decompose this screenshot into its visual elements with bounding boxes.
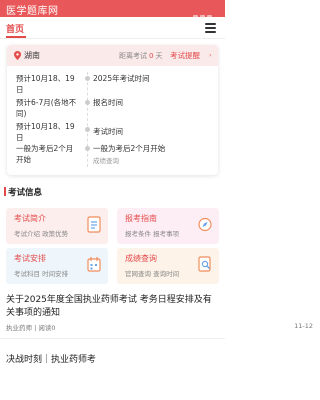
compass-icon — [198, 217, 212, 232]
tile-exam-intro[interactable]: 考试简介 考试介绍 政策优势 — [6, 208, 108, 244]
news-item-meta: 执业药师 | 阅读0 — [6, 324, 56, 332]
timeline-dot — [85, 127, 90, 132]
tile-score-query[interactable]: 成绩查询 官网查询 查询时间 — [117, 248, 219, 284]
tile-title: 报考指南 — [125, 214, 157, 223]
tile-desc: 考试科目 时间安排 — [14, 270, 69, 278]
divider — [0, 338, 225, 339]
document-icon — [87, 216, 101, 233]
timeline-date: 预计6-7月(各地不同) — [16, 98, 77, 118]
section-accent-bar — [4, 187, 6, 196]
news-item-title[interactable]: 关于2025年度全国执业药师考试 考务日程安排及有关事项的通知 — [6, 294, 219, 320]
exam-remind-button[interactable]: 考试提醒 — [170, 50, 200, 61]
timeline-event: 2025年考试时间 — [93, 74, 150, 83]
section-title-exam-info: 考试信息 — [8, 188, 43, 198]
search-doc-icon — [198, 256, 211, 272]
timeline-line — [87, 72, 88, 167]
nav-bar: 首页 — [0, 17, 225, 39]
hamburger-menu-icon[interactable] — [205, 23, 216, 33]
tab-home[interactable]: 首页 — [6, 22, 24, 35]
calendar-icon — [87, 257, 101, 272]
tab-home-indicator — [6, 36, 26, 38]
timeline-dot — [85, 146, 90, 151]
news-item-date: 11-12 — [294, 322, 313, 330]
region-selector[interactable]: 湖南 — [24, 50, 40, 61]
timeline-date: 预计10月18、19日 — [16, 122, 75, 142]
tile-desc: 官网查询 查询时间 — [125, 270, 180, 278]
timeline-dot — [85, 76, 90, 81]
app-title: 医学题库网 — [6, 6, 59, 17]
tile-title: 考试简介 — [14, 214, 46, 223]
timeline-event: 一般为考后2个月开始 — [93, 144, 166, 153]
timeline-date: 预计10月18、19日 — [16, 74, 75, 94]
news-item-title[interactable]: 决战时刻｜执业药师考 — [6, 352, 126, 365]
status-indicator-icon — [191, 5, 219, 20]
timeline-date: 一般为考后2个月开始 — [16, 144, 74, 164]
timeline-event-sub: 成绩查询 — [93, 157, 119, 165]
exam-countdown: 距离考试 0 天 — [119, 52, 163, 60]
tile-title: 考试安排 — [14, 254, 46, 263]
location-pin-icon — [14, 51, 21, 60]
exam-card-header: 湖南 距离考试 0 天 考试提醒 › — [7, 45, 218, 66]
tile-title: 成绩查询 — [125, 254, 157, 263]
timeline-event: 考试时间 — [93, 127, 123, 136]
timeline-dot — [85, 100, 90, 105]
tile-exam-guide[interactable]: 报考指南 报考条件 报考事项 — [117, 208, 219, 244]
tile-desc: 报考条件 报考事项 — [125, 230, 180, 238]
timeline-event: 报名时间 — [93, 98, 123, 107]
tile-exam-schedule[interactable]: 考试安排 考试科目 时间安排 — [6, 248, 108, 284]
chevron-right-icon: › — [209, 52, 212, 59]
exam-schedule-card: 湖南 距离考试 0 天 考试提醒 › 预计10月18、19日 2025年考试时间 预… — [7, 45, 218, 175]
tile-desc: 考试介绍 政策优势 — [14, 230, 69, 238]
app-header: 医学题库网 — [0, 0, 225, 20]
